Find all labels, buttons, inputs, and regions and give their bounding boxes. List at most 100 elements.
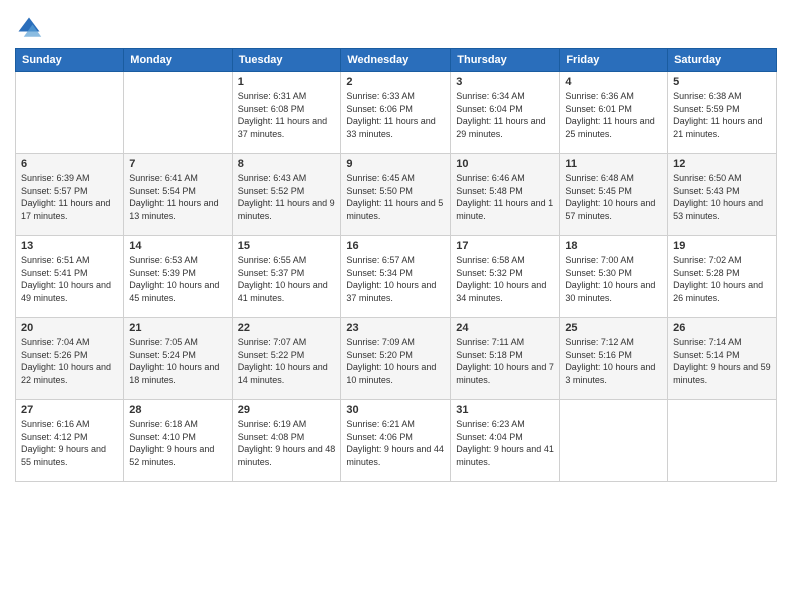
day-number: 7: [129, 158, 226, 170]
day-number: 20: [21, 322, 118, 334]
day-cell: 4Sunrise: 6:36 AM Sunset: 6:01 PM Daylig…: [560, 72, 668, 154]
day-info: Sunrise: 6:46 AM Sunset: 5:48 PM Dayligh…: [456, 172, 554, 222]
day-cell: 22Sunrise: 7:07 AM Sunset: 5:22 PM Dayli…: [232, 318, 341, 400]
day-number: 26: [673, 322, 771, 334]
day-info: Sunrise: 7:09 AM Sunset: 5:20 PM Dayligh…: [346, 336, 445, 386]
day-info: Sunrise: 6:50 AM Sunset: 5:43 PM Dayligh…: [673, 172, 771, 222]
week-row-4: 27 Sunrise: 6:16 AM Sunset: 4:12 PM Dayli…: [16, 400, 777, 482]
weekday-header-thursday: Thursday: [451, 49, 560, 72]
day-info: Sunrise: 6:34 AM Sunset: 6:04 PM Dayligh…: [456, 90, 554, 140]
weekday-row: SundayMondayTuesdayWednesdayThursdayFrid…: [16, 49, 777, 72]
day-number: 17: [456, 240, 554, 252]
day-info: Sunrise: 7:07 AM Sunset: 5:22 PM Dayligh…: [238, 336, 336, 386]
day-info: Sunrise: 6:51 AM Sunset: 5:41 PM Dayligh…: [21, 254, 118, 304]
week-row-2: 13Sunrise: 6:51 AM Sunset: 5:41 PM Dayli…: [16, 236, 777, 318]
day-number: 15: [238, 240, 336, 252]
header: [15, 10, 777, 42]
day-cell: 21 Sunrise: 7:05 AM Sunset: 5:24 PM Dayli…: [124, 318, 232, 400]
day-cell: 17 Sunrise: 6:58 AM Sunset: 5:32 PM Dayli…: [451, 236, 560, 318]
day-cell: 9Sunrise: 6:45 AM Sunset: 5:50 PM Daylig…: [341, 154, 451, 236]
day-cell: 5 Sunrise: 6:38 AM Sunset: 5:59 PM Daylig…: [668, 72, 777, 154]
day-cell: 3 Sunrise: 6:34 AM Sunset: 6:04 PM Daylig…: [451, 72, 560, 154]
calendar-body: 1 Sunrise: 6:31 AM Sunset: 6:08 PM Daylig…: [16, 72, 777, 482]
day-info: Sunrise: 6:33 AM Sunset: 6:06 PM Dayligh…: [346, 90, 445, 140]
day-info: Sunrise: 7:02 AM Sunset: 5:28 PM Dayligh…: [673, 254, 771, 304]
day-number: 19: [673, 240, 771, 252]
day-info: Sunrise: 6:18 AM Sunset: 4:10 PM Dayligh…: [129, 418, 226, 468]
day-cell: 24 Sunrise: 7:11 AM Sunset: 5:18 PM Dayli…: [451, 318, 560, 400]
day-number: 10: [456, 158, 554, 170]
weekday-header-tuesday: Tuesday: [232, 49, 341, 72]
week-row-0: 1 Sunrise: 6:31 AM Sunset: 6:08 PM Daylig…: [16, 72, 777, 154]
logo: [15, 14, 47, 42]
day-cell: 6 Sunrise: 6:39 AM Sunset: 5:57 PM Daylig…: [16, 154, 124, 236]
day-number: 25: [565, 322, 662, 334]
day-cell: 28 Sunrise: 6:18 AM Sunset: 4:10 PM Dayli…: [124, 400, 232, 482]
calendar: SundayMondayTuesdayWednesdayThursdayFrid…: [15, 48, 777, 482]
day-number: 31: [456, 404, 554, 416]
day-info: Sunrise: 6:55 AM Sunset: 5:37 PM Dayligh…: [238, 254, 336, 304]
day-cell: 14Sunrise: 6:53 AM Sunset: 5:39 PM Dayli…: [124, 236, 232, 318]
day-cell: 8Sunrise: 6:43 AM Sunset: 5:52 PM Daylig…: [232, 154, 341, 236]
day-cell: 25Sunrise: 7:12 AM Sunset: 5:16 PM Dayli…: [560, 318, 668, 400]
day-cell: 29 Sunrise: 6:19 AM Sunset: 4:08 PM Dayli…: [232, 400, 341, 482]
day-info: Sunrise: 6:39 AM Sunset: 5:57 PM Dayligh…: [21, 172, 118, 222]
day-cell: [124, 72, 232, 154]
day-info: Sunrise: 7:11 AM Sunset: 5:18 PM Dayligh…: [456, 336, 554, 386]
day-info: Sunrise: 6:23 AM Sunset: 4:04 PM Dayligh…: [456, 418, 554, 468]
day-cell: 15 Sunrise: 6:55 AM Sunset: 5:37 PM Dayli…: [232, 236, 341, 318]
day-cell: 11Sunrise: 6:48 AM Sunset: 5:45 PM Dayli…: [560, 154, 668, 236]
day-number: 21: [129, 322, 226, 334]
weekday-header-monday: Monday: [124, 49, 232, 72]
day-cell: 1 Sunrise: 6:31 AM Sunset: 6:08 PM Daylig…: [232, 72, 341, 154]
day-info: Sunrise: 6:45 AM Sunset: 5:50 PM Dayligh…: [346, 172, 445, 222]
day-cell: 26 Sunrise: 7:14 AM Sunset: 5:14 PM Dayli…: [668, 318, 777, 400]
day-cell: 12 Sunrise: 6:50 AM Sunset: 5:43 PM Dayli…: [668, 154, 777, 236]
calendar-header: SundayMondayTuesdayWednesdayThursdayFrid…: [16, 49, 777, 72]
day-info: Sunrise: 6:16 AM Sunset: 4:12 PM Dayligh…: [21, 418, 118, 468]
day-cell: 30Sunrise: 6:21 AM Sunset: 4:06 PM Dayli…: [341, 400, 451, 482]
day-number: 24: [456, 322, 554, 334]
day-cell: 23Sunrise: 7:09 AM Sunset: 5:20 PM Dayli…: [341, 318, 451, 400]
day-info: Sunrise: 6:57 AM Sunset: 5:34 PM Dayligh…: [346, 254, 445, 304]
day-number: 2: [346, 76, 445, 88]
logo-icon: [15, 14, 43, 42]
day-info: Sunrise: 7:14 AM Sunset: 5:14 PM Dayligh…: [673, 336, 771, 386]
day-number: 6: [21, 158, 118, 170]
day-cell: 16 Sunrise: 6:57 AM Sunset: 5:34 PM Dayli…: [341, 236, 451, 318]
day-cell: 20 Sunrise: 7:04 AM Sunset: 5:26 PM Dayli…: [16, 318, 124, 400]
day-info: Sunrise: 6:21 AM Sunset: 4:06 PM Dayligh…: [346, 418, 445, 468]
day-info: Sunrise: 6:36 AM Sunset: 6:01 PM Dayligh…: [565, 90, 662, 140]
day-number: 27: [21, 404, 118, 416]
day-number: 3: [456, 76, 554, 88]
day-info: Sunrise: 7:05 AM Sunset: 5:24 PM Dayligh…: [129, 336, 226, 386]
day-info: Sunrise: 6:58 AM Sunset: 5:32 PM Dayligh…: [456, 254, 554, 304]
day-number: 5: [673, 76, 771, 88]
day-number: 1: [238, 76, 336, 88]
day-cell: 27 Sunrise: 6:16 AM Sunset: 4:12 PM Dayli…: [16, 400, 124, 482]
day-cell: 19 Sunrise: 7:02 AM Sunset: 5:28 PM Dayli…: [668, 236, 777, 318]
day-cell: 10 Sunrise: 6:46 AM Sunset: 5:48 PM Dayli…: [451, 154, 560, 236]
day-cell: 13Sunrise: 6:51 AM Sunset: 5:41 PM Dayli…: [16, 236, 124, 318]
day-cell: 18 Sunrise: 7:00 AM Sunset: 5:30 PM Dayli…: [560, 236, 668, 318]
weekday-header-saturday: Saturday: [668, 49, 777, 72]
day-info: Sunrise: 6:38 AM Sunset: 5:59 PM Dayligh…: [673, 90, 771, 140]
day-number: 16: [346, 240, 445, 252]
day-number: 29: [238, 404, 336, 416]
day-info: Sunrise: 6:43 AM Sunset: 5:52 PM Dayligh…: [238, 172, 336, 222]
day-info: Sunrise: 6:48 AM Sunset: 5:45 PM Dayligh…: [565, 172, 662, 222]
day-number: 28: [129, 404, 226, 416]
day-cell: [560, 400, 668, 482]
day-cell: 7Sunrise: 6:41 AM Sunset: 5:54 PM Daylig…: [124, 154, 232, 236]
day-info: Sunrise: 7:00 AM Sunset: 5:30 PM Dayligh…: [565, 254, 662, 304]
weekday-header-friday: Friday: [560, 49, 668, 72]
day-info: Sunrise: 6:19 AM Sunset: 4:08 PM Dayligh…: [238, 418, 336, 468]
week-row-1: 6 Sunrise: 6:39 AM Sunset: 5:57 PM Daylig…: [16, 154, 777, 236]
day-cell: [668, 400, 777, 482]
day-info: Sunrise: 6:53 AM Sunset: 5:39 PM Dayligh…: [129, 254, 226, 304]
page: SundayMondayTuesdayWednesdayThursdayFrid…: [0, 0, 792, 612]
day-info: Sunrise: 6:31 AM Sunset: 6:08 PM Dayligh…: [238, 90, 336, 140]
day-number: 18: [565, 240, 662, 252]
day-number: 12: [673, 158, 771, 170]
day-info: Sunrise: 7:04 AM Sunset: 5:26 PM Dayligh…: [21, 336, 118, 386]
